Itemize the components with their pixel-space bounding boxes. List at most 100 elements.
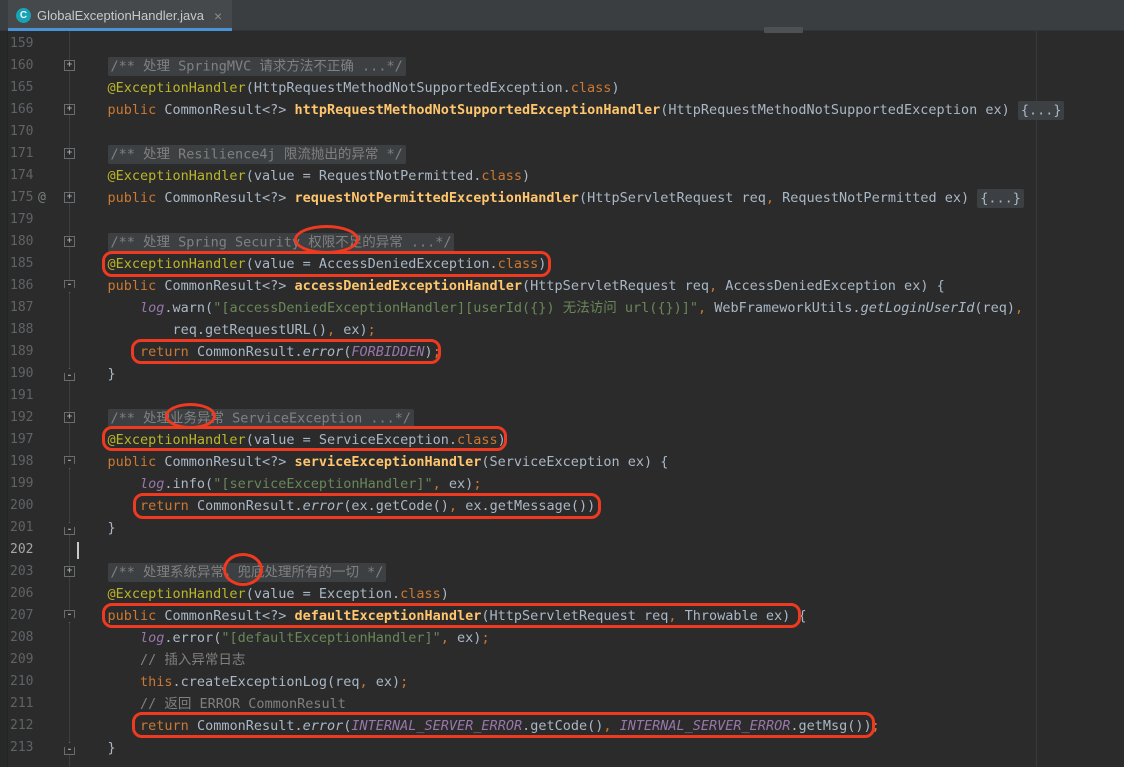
code-text: log.warn("[accessDeniedExceptionHandler]… (75, 297, 1023, 319)
tab-global-exception-handler[interactable]: C GlobalExceptionHandler.java × (8, 0, 232, 31)
code-line-171[interactable]: 171+ /** 处理 Resilience4j 限流抛出的异常 */ (0, 143, 1124, 165)
fold-collapse-icon[interactable]: - (64, 280, 75, 293)
code-line-201[interactable]: 201- } (0, 517, 1124, 539)
code-token (75, 476, 140, 492)
code-line-199[interactable]: 199 log.info("[serviceExceptionHandler]"… (0, 473, 1124, 495)
code-text: @ExceptionHandler(value = Exception.clas… (75, 583, 449, 605)
code-token: .info( (164, 476, 213, 492)
code-token: .error( (164, 630, 221, 646)
code-line-212[interactable]: 212 return CommonResult.error(INTERNAL_S… (0, 715, 1124, 737)
fold-collapse-icon[interactable]: - (64, 368, 75, 381)
code-text: /** 处理 SpringMVC 请求方法不正确 ...*/ (75, 55, 406, 77)
tab-title: GlobalExceptionHandler.java (37, 8, 204, 23)
code-line-166[interactable]: 166+ public CommonResult<?> httpRequestM… (0, 99, 1124, 121)
line-number: 208 (10, 627, 33, 649)
line-number: 200 (10, 495, 33, 517)
code-token: (req) (974, 300, 1015, 316)
code-token: /** 处理系统异常，兜底处理所有的一切 */ (108, 563, 387, 582)
code-line-211[interactable]: 211 // 返回 ERROR CommonResult (0, 693, 1124, 715)
code-line-208[interactable]: 208 log.error("[defaultExceptionHandler]… (0, 627, 1124, 649)
line-number: 211 (10, 693, 33, 715)
code-token: ; (368, 322, 376, 338)
code-token: (ServiceException ex) { (481, 454, 668, 470)
code-line-185[interactable]: 185 @ExceptionHandler(value = AccessDeni… (0, 253, 1124, 275)
code-token: class (498, 256, 539, 272)
code-token: , (1015, 300, 1023, 316)
line-number: 212 (10, 715, 33, 737)
code-line-170[interactable]: 170 (0, 121, 1124, 143)
fold-expand-icon[interactable]: + (64, 412, 75, 423)
code-line-197[interactable]: 197 @ExceptionHandler(value = ServiceExc… (0, 429, 1124, 451)
code-token: CommonResult<?> (156, 190, 294, 206)
code-token: log (140, 476, 164, 492)
fold-expand-icon[interactable]: + (64, 104, 75, 115)
code-token: // 返回 ERROR CommonResult (140, 696, 346, 712)
code-editor[interactable]: 159160+ /** 处理 SpringMVC 请求方法不正确 ...*/16… (0, 31, 1124, 767)
folded-block-placeholder[interactable]: {...} (1018, 101, 1065, 120)
code-line-189[interactable]: 189 return CommonResult.error(FORBIDDEN)… (0, 341, 1124, 363)
code-token: @ExceptionHandler (108, 168, 246, 184)
code-token (75, 674, 140, 690)
code-token: } (75, 366, 116, 382)
fold-expand-icon[interactable]: + (64, 236, 75, 247)
code-line-203[interactable]: 203+ /** 处理系统异常，兜底处理所有的一切 */ (0, 561, 1124, 583)
code-token: , (359, 674, 367, 690)
code-line-207[interactable]: 207- public CommonResult<?> defaultExcep… (0, 605, 1124, 627)
fold-expand-icon[interactable]: + (64, 192, 75, 203)
code-line-192[interactable]: 192+ /** 处理业务异常 ServiceException ...*/ (0, 407, 1124, 429)
fold-expand-icon[interactable]: + (64, 148, 75, 159)
code-line-174[interactable]: 174 @ExceptionHandler(value = RequestNot… (0, 165, 1124, 187)
code-line-160[interactable]: 160+ /** 处理 SpringMVC 请求方法不正确 ...*/ (0, 55, 1124, 77)
code-line-191[interactable]: 191 (0, 385, 1124, 407)
line-number: 199 (10, 473, 33, 495)
tab-close-icon[interactable]: × (214, 9, 222, 23)
code-line-200[interactable]: 200 return CommonResult.error(ex.getCode… (0, 495, 1124, 517)
fold-collapse-icon[interactable]: - (64, 522, 75, 535)
code-line-159[interactable]: 159 (0, 33, 1124, 55)
code-token (612, 718, 620, 734)
code-token: , (449, 498, 457, 514)
code-token (75, 432, 108, 448)
fold-expand-icon[interactable]: + (64, 566, 75, 577)
code-line-198[interactable]: 198- public CommonResult<?> serviceExcep… (0, 451, 1124, 473)
code-line-190[interactable]: 190 - } (0, 363, 1124, 385)
code-line-188[interactable]: 188 req.getRequestURL(), ex); (0, 319, 1124, 341)
line-number: 190 (10, 363, 33, 385)
code-line-165[interactable]: 165 @ExceptionHandler(HttpRequestMethodN… (0, 77, 1124, 99)
code-line-210[interactable]: 210 this.createExceptionLog(req, ex); (0, 671, 1124, 693)
code-line-175[interactable]: 175@+ public CommonResult<?> requestNotP… (0, 187, 1124, 209)
fold-collapse-icon[interactable]: - (64, 456, 75, 469)
annotation-gutter-icon: @ (38, 187, 46, 209)
code-token: (value = RequestNotPermitted. (246, 168, 482, 184)
folded-block-placeholder[interactable]: {...} (977, 189, 1024, 208)
code-token: .createExceptionLog(req (173, 674, 360, 690)
code-token: public (108, 190, 157, 206)
code-token: (value = Exception. (246, 586, 400, 602)
code-token: (HttpServletRequest req (481, 608, 668, 624)
code-token (75, 608, 108, 624)
code-text: this.createExceptionLog(req, ex); (75, 671, 408, 693)
code-line-206[interactable]: 206 @ExceptionHandler(value = Exception.… (0, 583, 1124, 605)
code-line-179[interactable]: 179 (0, 209, 1124, 231)
line-number: 179 (10, 209, 33, 231)
code-token (75, 58, 108, 74)
fold-collapse-icon[interactable]: - (64, 742, 75, 755)
line-number: 165 (10, 77, 33, 99)
code-line-187[interactable]: 187 log.warn("[accessDeniedExceptionHand… (0, 297, 1124, 319)
code-token: class (457, 432, 498, 448)
line-number: 170 (10, 121, 33, 143)
code-line-209[interactable]: 209 // 插入异常日志 (0, 649, 1124, 671)
line-number: 186 (10, 275, 33, 297)
code-line-202[interactable]: 202 (0, 539, 1124, 561)
fold-expand-icon[interactable]: + (64, 60, 75, 71)
code-line-213[interactable]: 213- } (0, 737, 1124, 759)
code-token (75, 168, 108, 184)
code-token: WebFrameworkUtils. (706, 300, 860, 316)
code-token: , (603, 718, 611, 734)
code-line-186[interactable]: 186- public CommonResult<?> accessDenied… (0, 275, 1124, 297)
line-number: 187 (10, 297, 33, 319)
fold-collapse-icon[interactable]: - (64, 610, 75, 623)
code-line-180[interactable]: 180+ /** 处理 Spring Security 权限不足的异常 ...*… (0, 231, 1124, 253)
code-token: "[serviceExceptionHandler]" (213, 476, 432, 492)
line-number: 202 (10, 539, 33, 561)
